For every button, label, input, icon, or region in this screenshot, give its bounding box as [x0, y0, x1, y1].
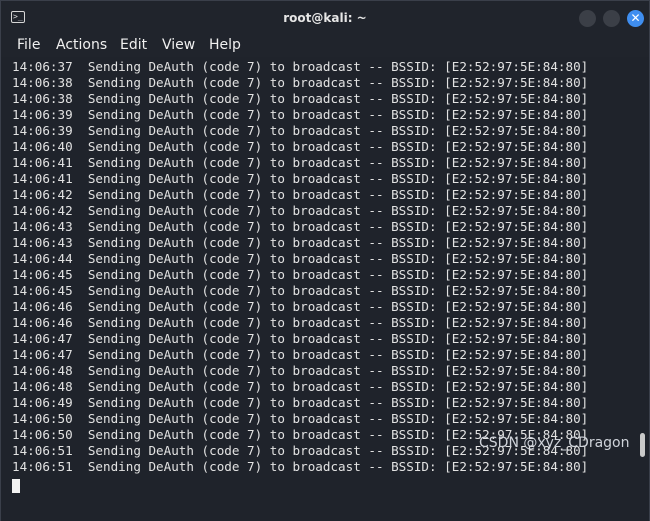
terminal-line: 14:06:46 Sending DeAuth (code 7) to broa…	[12, 299, 589, 314]
maximize-button[interactable]	[603, 10, 620, 27]
menu-actions[interactable]: Actions	[56, 37, 107, 53]
menu-file[interactable]: File	[17, 37, 40, 53]
terminal-line: 14:06:39 Sending DeAuth (code 7) to broa…	[12, 123, 589, 138]
menu-view[interactable]: View	[162, 37, 195, 53]
close-icon: ✕	[630, 11, 641, 25]
terminal-line: 14:06:43 Sending DeAuth (code 7) to broa…	[12, 235, 589, 250]
window-title: root@kali: ~	[283, 11, 367, 25]
terminal-line: 14:06:50 Sending DeAuth (code 7) to broa…	[12, 411, 589, 426]
watermark-text: CSDN @xyz_CDragon	[479, 435, 630, 451]
terminal-line: 14:06:40 Sending DeAuth (code 7) to broa…	[12, 139, 589, 154]
terminal-line: 14:06:51 Sending DeAuth (code 7) to broa…	[12, 459, 589, 474]
terminal-line: 14:06:41 Sending DeAuth (code 7) to broa…	[12, 171, 589, 186]
terminal-line: 14:06:46 Sending DeAuth (code 7) to broa…	[12, 315, 589, 330]
terminal-line: 14:06:37 Sending DeAuth (code 7) to broa…	[12, 59, 589, 74]
terminal-output[interactable]: 14:06:37 Sending DeAuth (code 7) to broa…	[1, 59, 649, 521]
terminal-line: 14:06:41 Sending DeAuth (code 7) to broa…	[12, 155, 589, 170]
terminal-line: 14:06:49 Sending DeAuth (code 7) to broa…	[12, 395, 589, 410]
terminal-line: 14:06:42 Sending DeAuth (code 7) to broa…	[12, 203, 589, 218]
terminal-line: 14:06:38 Sending DeAuth (code 7) to broa…	[12, 91, 589, 106]
title-bar[interactable]: >_ root@kali: ~ ✕	[1, 1, 649, 35]
terminal-line: 14:06:42 Sending DeAuth (code 7) to broa…	[12, 187, 589, 202]
menu-edit[interactable]: Edit	[120, 37, 147, 53]
terminal-window: >_ root@kali: ~ ✕ File Actions Edit View…	[0, 0, 650, 521]
scrollbar-thumb[interactable]	[640, 433, 645, 457]
menu-bar: File Actions Edit View Help	[1, 35, 649, 57]
terminal-line: 14:06:44 Sending DeAuth (code 7) to broa…	[12, 251, 589, 266]
terminal-line: 14:06:43 Sending DeAuth (code 7) to broa…	[12, 219, 589, 234]
terminal-line: 14:06:47 Sending DeAuth (code 7) to broa…	[12, 347, 589, 362]
terminal-line: 14:06:47 Sending DeAuth (code 7) to broa…	[12, 331, 589, 346]
close-button[interactable]: ✕	[627, 10, 644, 27]
terminal-line: 14:06:45 Sending DeAuth (code 7) to broa…	[12, 267, 589, 282]
menu-help[interactable]: Help	[209, 37, 241, 53]
terminal-line: 14:06:45 Sending DeAuth (code 7) to broa…	[12, 283, 589, 298]
text-cursor	[12, 479, 20, 493]
terminal-line: 14:06:48 Sending DeAuth (code 7) to broa…	[12, 379, 589, 394]
terminal-line: 14:06:38 Sending DeAuth (code 7) to broa…	[12, 75, 589, 90]
terminal-line: 14:06:48 Sending DeAuth (code 7) to broa…	[12, 363, 589, 378]
terminal-line: 14:06:39 Sending DeAuth (code 7) to broa…	[12, 107, 589, 122]
minimize-button[interactable]	[579, 10, 596, 27]
